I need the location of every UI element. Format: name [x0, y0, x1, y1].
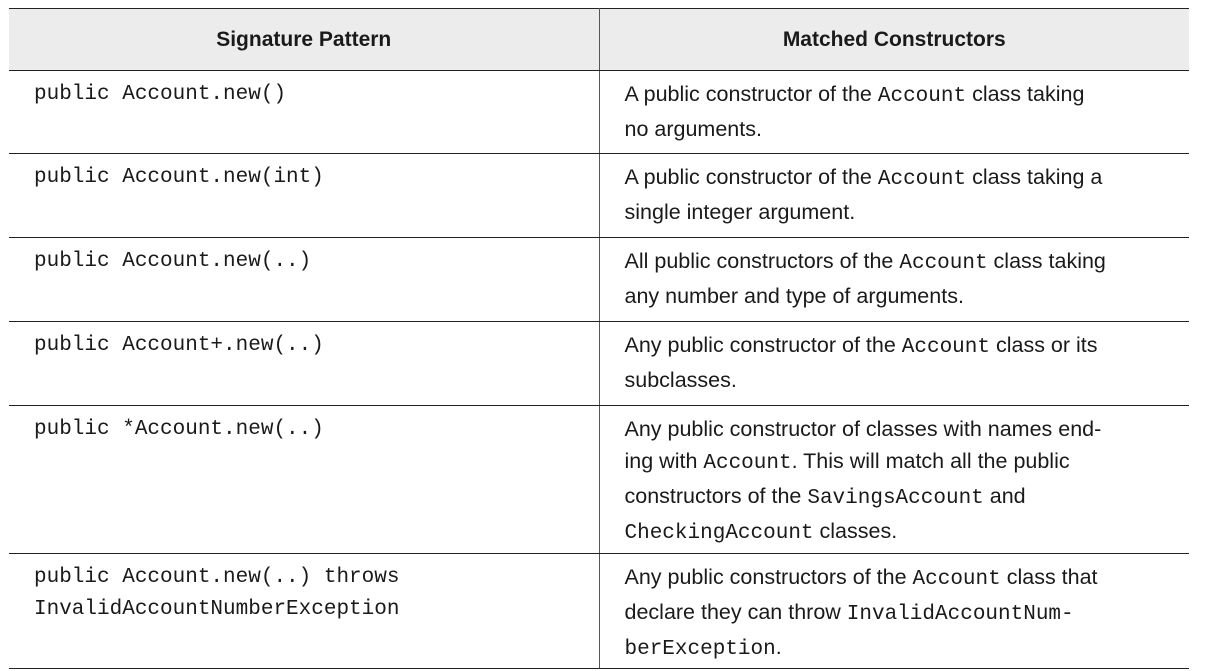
description-text: .: [775, 635, 782, 659]
description-text: ing with: [624, 449, 704, 473]
table-row: public *Account.new(..) Any public constr…: [9, 405, 1189, 554]
inline-code: Account: [912, 568, 1001, 591]
signature-line: InvalidAccountNumberException: [34, 598, 400, 621]
inline-code: Account: [899, 252, 988, 275]
description-text: class or its: [989, 333, 1098, 357]
description-text: and: [983, 484, 1026, 508]
signature-pattern-cell: public Account.new(): [9, 70, 600, 154]
matched-constructors-cell: Any public constructor of classes with n…: [599, 405, 1189, 554]
signature-pattern-cell: public Account.new(..) throws InvalidAcco…: [9, 553, 600, 669]
signature-pattern-cell: public Account.new(..): [9, 237, 600, 322]
signature-pattern-cell: public Account+.new(..): [9, 321, 600, 406]
description-text: A public constructor of the: [624, 165, 878, 189]
description-line: single integer argument.: [625, 196, 1178, 228]
description-text: subclasses.: [624, 368, 737, 392]
signature-line: public Account.new(..) throws: [34, 566, 400, 589]
description-text: All public constructors of the: [624, 249, 900, 273]
description-text: constructors of the: [624, 484, 808, 508]
description-text: Any public constructor of classes with n…: [624, 417, 1102, 441]
description-text: Any public constructor of the: [624, 333, 902, 357]
description-text: class taking: [987, 249, 1106, 273]
signature-line: public *Account.new(..): [34, 418, 324, 441]
description-text: any number and type of arguments.: [624, 284, 964, 308]
constructor-signature-table: Signature Pattern Matched Constructors p…: [9, 8, 1189, 669]
matched-constructors-cell: A public constructor of the Account clas…: [599, 70, 1189, 154]
description-text: class taking a: [966, 165, 1103, 189]
signature-line: public Account+.new(..): [34, 334, 324, 357]
matched-constructors-cell: All public constructors of the Account c…: [599, 237, 1189, 322]
description-text: . This will match all the public: [791, 449, 1070, 473]
description-line: CheckingAccount classes.: [625, 515, 1178, 550]
description-line: Any public constructor of the Account cl…: [625, 329, 1178, 364]
table-body: public Account.new() A public constructor…: [9, 70, 1189, 669]
description-text: A public constructor of the: [624, 82, 878, 106]
description-text: declare they can throw: [624, 600, 847, 624]
matched-constructors-cell: Any public constructor of the Account cl…: [599, 321, 1189, 406]
inline-code: Account: [877, 168, 967, 191]
description-text: class taking: [966, 82, 1085, 106]
table-row: public Account.new(..) throws InvalidAcco…: [9, 553, 1189, 669]
description-line: berException.: [625, 631, 1178, 666]
description-line: Any public constructor of classes with n…: [625, 413, 1178, 445]
description-line: A public constructor of the Account clas…: [625, 78, 1178, 113]
signature-line: public Account.new(int): [34, 166, 324, 189]
description-line: All public constructors of the Account c…: [625, 245, 1178, 280]
table-row: public Account.new() A public constructor…: [9, 70, 1189, 154]
description-line: A public constructor of the Account clas…: [625, 161, 1178, 196]
description-text: Any public constructors of the: [624, 565, 913, 589]
inline-code: berException: [624, 638, 776, 661]
table-header-row: Signature Pattern Matched Constructors: [9, 8, 1189, 71]
table-row: public Account.new(int) A public construc…: [9, 153, 1189, 238]
description-line: declare they can throw InvalidAccountNum…: [625, 596, 1178, 631]
header-matched-constructors: Matched Constructors: [599, 8, 1189, 71]
description-text: classes.: [813, 519, 898, 543]
description-text: no arguments.: [624, 117, 762, 141]
description-line: Any public constructors of the Account c…: [625, 561, 1178, 596]
description-line: no arguments.: [625, 113, 1178, 145]
signature-pattern-cell: public Account.new(int): [9, 153, 600, 238]
description-text: class that: [1000, 565, 1098, 589]
signature-pattern-cell: public *Account.new(..): [9, 405, 600, 554]
inline-code: Account: [901, 336, 990, 359]
matched-constructors-cell: A public constructor of the Account clas…: [599, 153, 1189, 238]
description-line: ing with Account. This will match all th…: [625, 445, 1178, 480]
inline-code: CheckingAccount: [624, 522, 814, 545]
description-line: constructors of the SavingsAccount and: [625, 480, 1178, 515]
header-signature-pattern: Signature Pattern: [9, 8, 600, 71]
description-line: subclasses.: [625, 364, 1178, 396]
inline-code: SavingsAccount: [807, 487, 984, 510]
table-row: public Account.new(..) All public constru…: [9, 237, 1189, 322]
description-line: any number and type of arguments.: [625, 280, 1178, 312]
inline-code: Account: [877, 85, 967, 108]
signature-line: public Account.new(): [34, 83, 287, 106]
inline-code: InvalidAccountNum-: [846, 603, 1074, 626]
description-text: single integer argument.: [624, 200, 856, 224]
signature-line: public Account.new(..): [34, 250, 312, 273]
matched-constructors-cell: Any public constructors of the Account c…: [599, 553, 1189, 669]
inline-code: Account: [703, 452, 792, 475]
table-row: public Account+.new(..) Any public constr…: [9, 321, 1189, 406]
